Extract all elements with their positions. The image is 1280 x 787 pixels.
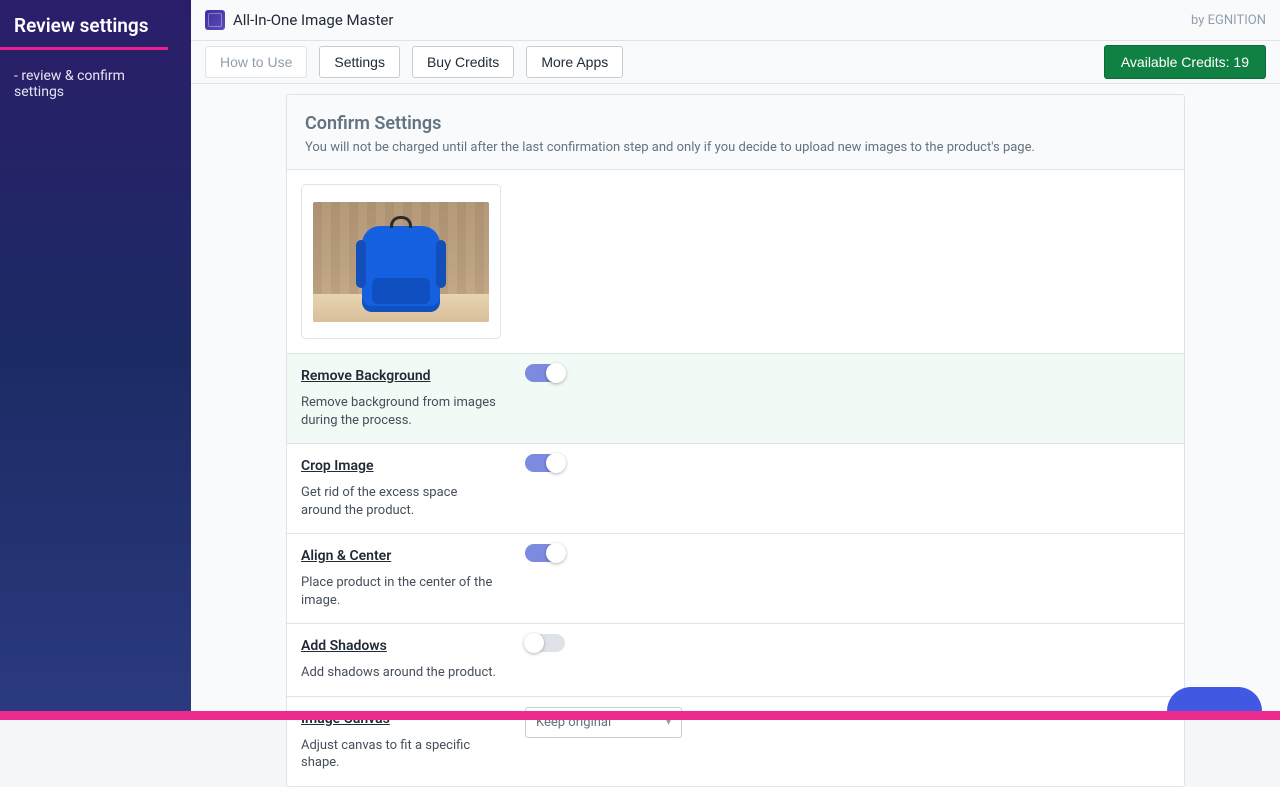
card-subtitle: You will not be charged until after the … — [305, 140, 1166, 155]
setting-row-remove-background: Remove Background Remove background from… — [287, 353, 1184, 443]
toggle-align-center[interactable] — [525, 544, 565, 562]
setting-title-add-shadows[interactable]: Add Shadows — [301, 638, 497, 654]
app-name: All-In-One Image Master — [233, 11, 393, 29]
setting-row-crop-image: Crop Image Get rid of the excess space a… — [287, 443, 1184, 533]
setting-desc-add-shadows: Add shadows around the product. — [301, 664, 497, 682]
chat-fab[interactable] — [1167, 687, 1262, 711]
bottom-accent-bar — [0, 711, 1280, 720]
product-thumbnail[interactable] — [301, 184, 501, 339]
sidebar-title: Review settings — [0, 0, 191, 47]
settings-card: Confirm Settings You will not be charged… — [286, 94, 1185, 787]
sidebar-underline — [0, 47, 168, 50]
setting-title-remove-background[interactable]: Remove Background — [301, 368, 497, 384]
setting-row-image-canvas: Image Canvas Adjust canvas to fit a spec… — [287, 696, 1184, 786]
app-icon — [205, 10, 225, 30]
settings-button[interactable]: Settings — [319, 46, 400, 78]
app-attribution: by EGNITION — [1191, 13, 1266, 28]
topbar: All-In-One Image Master by EGNITION — [191, 0, 1280, 41]
toggle-add-shadows[interactable] — [525, 634, 565, 652]
product-thumbnail-image — [313, 202, 489, 322]
how-to-use-button[interactable]: How to Use — [205, 46, 307, 78]
main: All-In-One Image Master by EGNITION How … — [191, 0, 1280, 711]
setting-title-crop-image[interactable]: Crop Image — [301, 458, 497, 474]
toolbar: How to Use Settings Buy Credits More App… — [191, 41, 1280, 84]
setting-desc-image-canvas: Adjust canvas to fit a specific shape. — [301, 737, 497, 772]
thumbnail-section — [287, 170, 1184, 353]
setting-desc-crop-image: Get rid of the excess space around the p… — [301, 484, 497, 519]
setting-row-align-center: Align & Center Place product in the cent… — [287, 533, 1184, 623]
by-prefix: by — [1191, 13, 1208, 28]
card-title: Confirm Settings — [305, 113, 1166, 134]
setting-row-add-shadows: Add Shadows Add shadows around the produ… — [287, 623, 1184, 696]
setting-desc-remove-background: Remove background from images during the… — [301, 394, 497, 429]
setting-desc-align-center: Place product in the center of the image… — [301, 574, 497, 609]
by-name[interactable]: EGNITION — [1208, 13, 1266, 28]
more-apps-button[interactable]: More Apps — [526, 46, 623, 78]
sidebar-item-review[interactable]: - review & confirm settings — [0, 68, 191, 100]
buy-credits-button[interactable]: Buy Credits — [412, 46, 514, 78]
available-credits-button[interactable]: Available Credits: 19 — [1104, 45, 1266, 79]
setting-title-align-center[interactable]: Align & Center — [301, 548, 497, 564]
content: Confirm Settings You will not be charged… — [191, 84, 1280, 787]
card-header: Confirm Settings You will not be charged… — [287, 95, 1184, 170]
toggle-crop-image[interactable] — [525, 454, 565, 472]
toggle-remove-background[interactable] — [525, 364, 565, 382]
sidebar: Review settings - review & confirm setti… — [0, 0, 191, 711]
